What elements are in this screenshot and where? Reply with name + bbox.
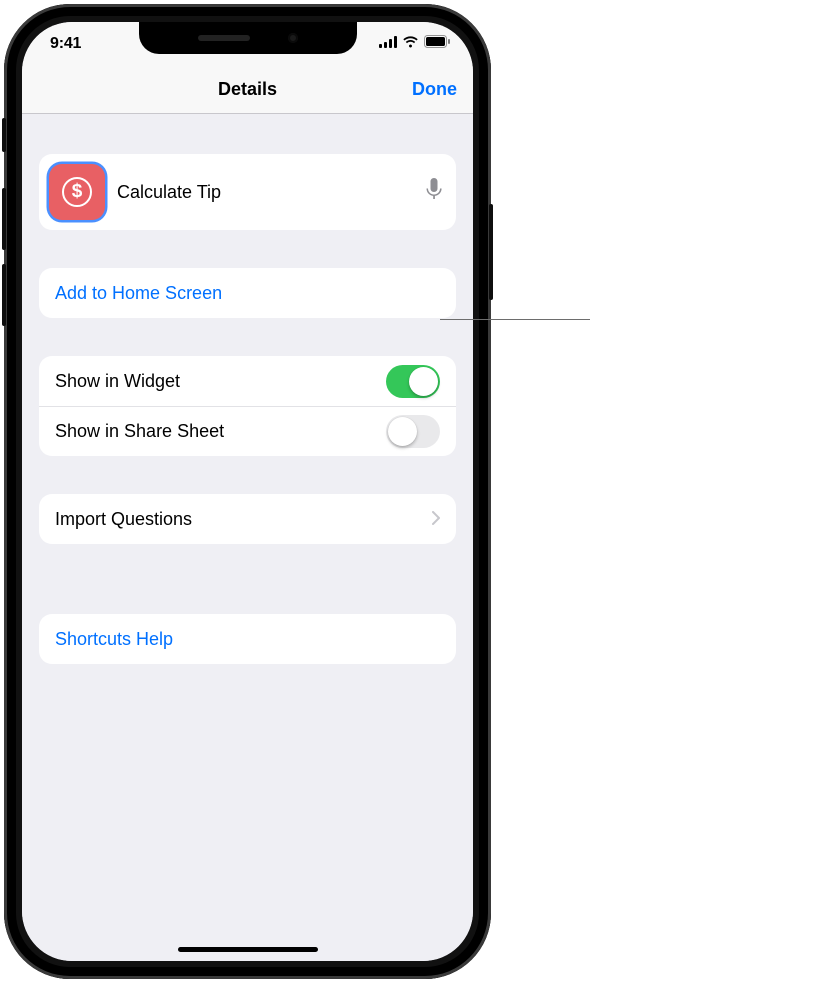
content: $ Add to Home Screen Show in Widget Sh bbox=[22, 114, 473, 961]
nav-bar: Details Done bbox=[22, 66, 473, 114]
callout-line bbox=[440, 319, 590, 320]
add-to-home-group: Add to Home Screen bbox=[39, 268, 456, 318]
battery-icon bbox=[424, 35, 451, 53]
show-in-share-sheet-toggle[interactable] bbox=[386, 415, 440, 448]
page-title: Details bbox=[218, 79, 277, 100]
status-time: 9:41 bbox=[50, 35, 81, 53]
help-group: Shortcuts Help bbox=[39, 614, 456, 664]
shortcut-name-row: $ bbox=[39, 154, 456, 230]
shortcut-name-input[interactable] bbox=[117, 182, 414, 203]
show-in-share-sheet-label: Show in Share Sheet bbox=[55, 421, 224, 442]
import-questions-label: Import Questions bbox=[55, 509, 192, 530]
show-in-widget-toggle[interactable] bbox=[386, 365, 440, 398]
front-camera bbox=[288, 33, 298, 43]
side-button bbox=[489, 204, 493, 300]
visibility-group: Show in Widget Show in Share Sheet bbox=[39, 356, 456, 456]
add-to-home-screen-button[interactable]: Add to Home Screen bbox=[39, 268, 456, 318]
mute-switch bbox=[2, 118, 6, 152]
done-button[interactable]: Done bbox=[412, 79, 457, 100]
speaker-grille bbox=[198, 35, 250, 41]
volume-down-button bbox=[2, 264, 6, 326]
shortcut-name-group: $ bbox=[39, 154, 456, 230]
show-in-widget-row: Show in Widget bbox=[39, 356, 456, 406]
microphone-icon[interactable] bbox=[426, 177, 442, 207]
show-in-widget-label: Show in Widget bbox=[55, 371, 180, 392]
shortcut-icon[interactable]: $ bbox=[49, 164, 105, 220]
home-indicator[interactable] bbox=[178, 947, 318, 952]
show-in-share-sheet-row: Show in Share Sheet bbox=[39, 406, 456, 456]
volume-up-button bbox=[2, 188, 6, 250]
import-group: Import Questions bbox=[39, 494, 456, 544]
cellular-signal-icon bbox=[379, 35, 397, 53]
notch bbox=[139, 22, 357, 54]
screen: 9:41 Details Done $ bbox=[22, 22, 473, 961]
shortcuts-help-button[interactable]: Shortcuts Help bbox=[39, 614, 456, 664]
dollar-sign-icon: $ bbox=[62, 177, 92, 207]
import-questions-button[interactable]: Import Questions bbox=[39, 494, 456, 544]
chevron-right-icon bbox=[432, 509, 440, 530]
iphone-frame: 9:41 Details Done $ bbox=[4, 4, 491, 979]
wifi-icon bbox=[402, 35, 419, 53]
